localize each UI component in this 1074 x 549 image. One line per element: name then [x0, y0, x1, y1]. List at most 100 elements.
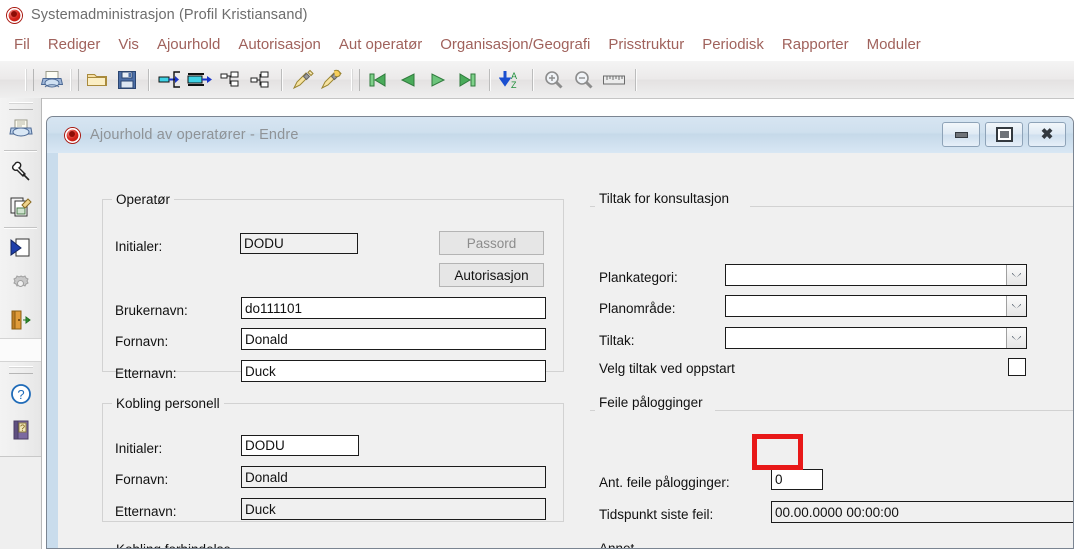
zoom-out-icon-button[interactable] — [569, 66, 599, 94]
sidebar-gap — [0, 338, 41, 362]
menu-item-moduler[interactable]: Moduler — [858, 30, 930, 60]
last-record-icon-button[interactable] — [453, 66, 483, 94]
personell-etternavn-input[interactable]: Duck — [241, 498, 546, 520]
menu-item-fil[interactable]: Fil — [5, 30, 39, 60]
dialog-titlebar[interactable]: Ajourhold av operatører - Endre ✖ — [47, 117, 1073, 153]
label-velg-tiltak-ved-oppstart: Velg tiltak ved oppstart — [599, 361, 735, 376]
ant-feile-paalogginger-input[interactable]: 0 — [771, 469, 823, 490]
ruler-icon-button[interactable] — [599, 66, 629, 94]
chevron-down-icon — [1012, 335, 1021, 341]
app-window: Systemadministrasjon (Profil Kristiansan… — [0, 0, 1074, 549]
label-personell-initialer: Initialer: — [115, 441, 163, 456]
planomrade-dropdown-button[interactable] — [1006, 296, 1026, 316]
settings-gear-icon-button[interactable] — [0, 266, 41, 302]
operator-initialer-input[interactable]: DODU — [240, 233, 358, 254]
velg-tiltak-ved-oppstart-checkbox[interactable] — [1008, 358, 1026, 376]
left-toolbar: ? ? — [0, 98, 42, 549]
menu-item-vis[interactable]: Vis — [109, 30, 148, 60]
help-question-icon-button[interactable]: ? — [0, 376, 41, 412]
group-feile-paalogginger-legend: Feile pålogginger — [595, 395, 707, 410]
dialog-logo-icon — [65, 127, 80, 143]
chevron-down-icon — [1012, 272, 1021, 278]
next-record-icon-button[interactable] — [423, 66, 453, 94]
manual-book-icon-button[interactable]: ? — [0, 412, 41, 448]
maximize-icon — [995, 127, 1013, 142]
svg-text:Z: Z — [511, 80, 517, 90]
sidebar-grip-2[interactable] — [8, 366, 33, 374]
svg-text:?: ? — [17, 387, 24, 402]
label-plankategori: Plankategori: — [599, 270, 678, 285]
label-tiltak: Tiltak: — [599, 333, 635, 348]
personell-fornavn-input[interactable]: Donald — [241, 466, 546, 488]
passord-button[interactable]: Passord — [439, 231, 544, 255]
label-operator-fornavn: Fornavn: — [115, 334, 169, 349]
label-planomrade: Planområde: — [599, 301, 676, 316]
label-personell-etternavn: Etternavn: — [115, 504, 177, 519]
first-record-icon-button[interactable] — [363, 66, 393, 94]
pin-icon-button[interactable] — [0, 153, 41, 189]
query-pencil-icon-button[interactable] — [288, 66, 318, 94]
sort-az-icon-button[interactable]: A Z — [496, 66, 526, 94]
planomrade-value — [726, 296, 1006, 316]
edit-document-icon-button[interactable] — [0, 189, 41, 225]
group-tiltak-konsultasjon-legend: Tiltak for konsultasjon — [595, 191, 734, 206]
operator-brukernavn-input[interactable]: do111101 — [241, 297, 546, 319]
menu-item-prisstruktur[interactable]: Prisstruktur — [599, 30, 693, 60]
toolbar-grip[interactable] — [25, 68, 34, 91]
svg-text:?: ? — [19, 423, 24, 433]
close-icon: ✖ — [1040, 126, 1054, 143]
query-execute-icon-button[interactable] — [318, 66, 348, 94]
group-operator-legend: Operatør — [112, 192, 175, 207]
menu-item-rapporter[interactable]: Rapporter — [773, 30, 858, 60]
operator-fornavn-input[interactable]: Donald — [241, 328, 546, 350]
application-titlebar: Systemadministrasjon (Profil Kristiansan… — [0, 0, 1074, 30]
page-turn-icon-button[interactable] — [0, 230, 41, 266]
label-operator-etternavn: Etternavn: — [115, 366, 177, 381]
exit-door-icon-button[interactable] — [0, 302, 41, 338]
group-kobling-forbindelse-legend: Kobling forbindelse — [112, 542, 235, 548]
dialog-client-area: Operatør Initialer: DODU Passord Autoris… — [58, 153, 1073, 548]
menubar: Fil Rediger Vis Ajourhold Autorisasjon A… — [0, 30, 1074, 60]
dialog-title: Ajourhold av operatører - Endre — [90, 127, 299, 143]
label-tidspunkt-siste-feil: Tidspunkt siste feil: — [599, 507, 714, 522]
maximize-button[interactable] — [985, 122, 1023, 147]
open-folder-icon-button[interactable] — [82, 66, 112, 94]
tiltak-value — [726, 328, 1006, 348]
menu-item-rediger[interactable]: Rediger — [39, 30, 110, 60]
planomrade-combobox[interactable] — [725, 295, 1027, 317]
menu-item-organisasjon-geografi[interactable]: Organisasjon/Geografi — [431, 30, 599, 60]
print-preview-icon-button[interactable] — [0, 112, 41, 148]
application-title: Systemadministrasjon (Profil Kristiansan… — [31, 7, 308, 23]
remove-node-icon-button[interactable] — [215, 66, 245, 94]
chevron-down-icon — [1012, 303, 1021, 309]
save-diskette-icon-button[interactable] — [112, 66, 142, 94]
label-ant-feile-paalogginger: Ant. feile pålogginger: — [599, 475, 730, 490]
zoom-in-icon-button[interactable] — [539, 66, 569, 94]
group-kobling-personell-legend: Kobling personell — [112, 396, 224, 411]
menu-item-autorisasjon[interactable]: Autorisasjon — [229, 30, 330, 60]
toolbar-grip-3[interactable] — [351, 68, 360, 91]
plankategori-combobox[interactable] — [725, 264, 1027, 286]
add-node-icon-button[interactable] — [245, 66, 275, 94]
operator-etternavn-input[interactable]: Duck — [241, 360, 546, 382]
menu-item-ajourhold[interactable]: Ajourhold — [148, 30, 229, 60]
minimize-button[interactable] — [942, 122, 980, 147]
tiltak-dropdown-button[interactable] — [1006, 328, 1026, 348]
minimize-icon — [954, 131, 968, 138]
plankategori-dropdown-button[interactable] — [1006, 265, 1026, 285]
app-logo-icon — [7, 7, 22, 23]
main-toolbar: A Z — [0, 61, 1074, 99]
personell-initialer-input[interactable]: DODU — [241, 435, 359, 456]
previous-record-icon-button[interactable] — [393, 66, 423, 94]
menu-item-periodisk[interactable]: Periodisk — [693, 30, 773, 60]
tiltak-combobox[interactable] — [725, 327, 1027, 349]
insert-record-icon-button[interactable] — [185, 66, 215, 94]
print-icon-button[interactable] — [37, 66, 67, 94]
tidspunkt-siste-feil-input[interactable]: 00.00.0000 00:00:00 — [771, 501, 1073, 523]
menu-item-aut-operator[interactable]: Aut operatør — [330, 30, 431, 60]
autorisasjon-button[interactable]: Autorisasjon — [439, 263, 544, 287]
sidebar-grip[interactable] — [8, 102, 33, 110]
insert-row-icon-button[interactable] — [155, 66, 185, 94]
toolbar-grip-2[interactable] — [70, 68, 79, 91]
close-button[interactable]: ✖ — [1028, 122, 1066, 147]
